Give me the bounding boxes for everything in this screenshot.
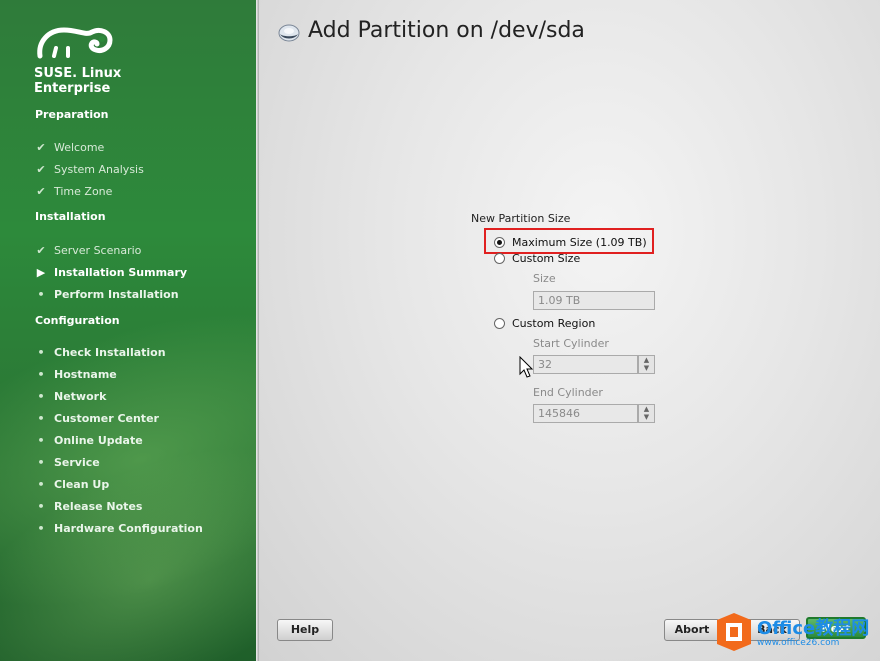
- brand-line2: Enterprise: [34, 81, 111, 96]
- abort-button[interactable]: Abort: [664, 619, 720, 641]
- bullet-icon: •: [37, 434, 45, 447]
- step-network: • Network: [34, 390, 106, 403]
- section-title-preparation: Preparation: [35, 108, 109, 121]
- step-hostname: • Hostname: [34, 368, 117, 381]
- end-cylinder-input[interactable]: 145846: [533, 404, 638, 423]
- section-title-installation: Installation: [35, 210, 106, 223]
- step-service: • Service: [34, 456, 100, 469]
- step-label: Hostname: [54, 368, 117, 381]
- step-label: Time Zone: [54, 185, 113, 198]
- section-title-configuration: Configuration: [35, 314, 120, 327]
- start-cylinder-spinner[interactable]: ▲ ▼: [638, 355, 655, 374]
- watermark-text: Office教程网: [757, 618, 870, 639]
- bullet-icon: •: [37, 500, 45, 513]
- radio-custom-size[interactable]: Custom Size: [494, 252, 580, 265]
- bullet-icon: •: [37, 478, 45, 491]
- step-installation-summary: ▶ Installation Summary: [34, 266, 187, 279]
- step-check-installation: • Check Installation: [34, 346, 166, 359]
- sidebar: SUSE. Linux Enterprise Preparation ✔ Welc…: [0, 0, 256, 661]
- spin-down-icon[interactable]: ▼: [639, 364, 654, 372]
- step-perform-installation: • Perform Installation: [34, 288, 179, 301]
- step-label: Customer Center: [54, 412, 159, 425]
- end-cylinder-label: End Cylinder: [533, 386, 603, 399]
- step-label: Service: [54, 456, 100, 469]
- radio-button-checked[interactable]: [494, 237, 505, 248]
- step-system-analysis: ✔ System Analysis: [34, 163, 144, 176]
- brand-name: SUSE. Linux Enterprise: [34, 66, 121, 96]
- page-title: Add Partition on /dev/sda: [308, 18, 585, 43]
- office-logo-icon: [717, 613, 751, 651]
- disk-icon: [278, 24, 300, 42]
- step-time-zone: ✔ Time Zone: [34, 185, 112, 198]
- step-label: System Analysis: [54, 163, 144, 176]
- step-release-notes: • Release Notes: [34, 500, 142, 513]
- main-panel: [259, 0, 880, 661]
- step-label: Release Notes: [54, 500, 143, 513]
- step-customer-center: • Customer Center: [34, 412, 159, 425]
- help-button[interactable]: Help: [277, 619, 333, 641]
- spin-up-icon[interactable]: ▲: [639, 405, 654, 413]
- check-icon: ✔: [36, 163, 46, 176]
- suse-logo-icon: [37, 27, 113, 59]
- partition-size-group-label: New Partition Size: [471, 212, 571, 225]
- step-label: Clean Up: [54, 478, 110, 491]
- radio-maximum-size[interactable]: Maximum Size (1.09 TB): [494, 236, 647, 249]
- bullet-icon: •: [37, 412, 45, 425]
- size-input[interactable]: 1.09 TB: [533, 291, 655, 310]
- step-label: Hardware Configuration: [54, 522, 203, 535]
- step-label: Welcome: [54, 141, 105, 154]
- step-label: Perform Installation: [54, 288, 179, 301]
- start-cylinder-label: Start Cylinder: [533, 337, 609, 350]
- brand-line1: SUSE. Linux: [34, 66, 122, 81]
- step-label: Server Scenario: [54, 244, 142, 257]
- step-server-scenario: ✔ Server Scenario: [34, 244, 141, 257]
- spin-down-icon[interactable]: ▼: [639, 413, 654, 421]
- start-cylinder-input[interactable]: 32: [533, 355, 638, 374]
- watermark-url: www.office26.com: [757, 638, 840, 648]
- check-icon: ✔: [36, 244, 46, 257]
- spin-up-icon[interactable]: ▲: [639, 356, 654, 364]
- radio-custom-region-label: Custom Region: [512, 317, 596, 330]
- radio-custom-size-label: Custom Size: [512, 252, 581, 265]
- bullet-icon: •: [37, 390, 45, 403]
- bullet-icon: •: [37, 288, 45, 301]
- bullet-icon: •: [37, 522, 45, 535]
- size-label: Size: [533, 272, 556, 285]
- mouse-pointer-icon: [519, 356, 533, 378]
- end-cylinder-spinner[interactable]: ▲ ▼: [638, 404, 655, 423]
- arrow-right-icon: ▶: [36, 266, 46, 279]
- bullet-icon: •: [37, 346, 45, 359]
- radio-maximum-size-label: Maximum Size (1.09 TB): [512, 236, 647, 249]
- check-icon: ✔: [36, 141, 46, 154]
- step-welcome: ✔ Welcome: [34, 141, 104, 154]
- step-hardware-configuration: • Hardware Configuration: [34, 522, 203, 535]
- step-online-update: • Online Update: [34, 434, 143, 447]
- step-label: Network: [54, 390, 107, 403]
- check-icon: ✔: [36, 185, 46, 198]
- radio-button[interactable]: [494, 253, 505, 264]
- bullet-icon: •: [37, 368, 45, 381]
- radio-button[interactable]: [494, 318, 505, 329]
- step-label: Installation Summary: [54, 266, 188, 279]
- step-clean-up: • Clean Up: [34, 478, 109, 491]
- step-label: Check Installation: [54, 346, 166, 359]
- step-label: Online Update: [54, 434, 143, 447]
- radio-custom-region[interactable]: Custom Region: [494, 317, 595, 330]
- bullet-icon: •: [37, 456, 45, 469]
